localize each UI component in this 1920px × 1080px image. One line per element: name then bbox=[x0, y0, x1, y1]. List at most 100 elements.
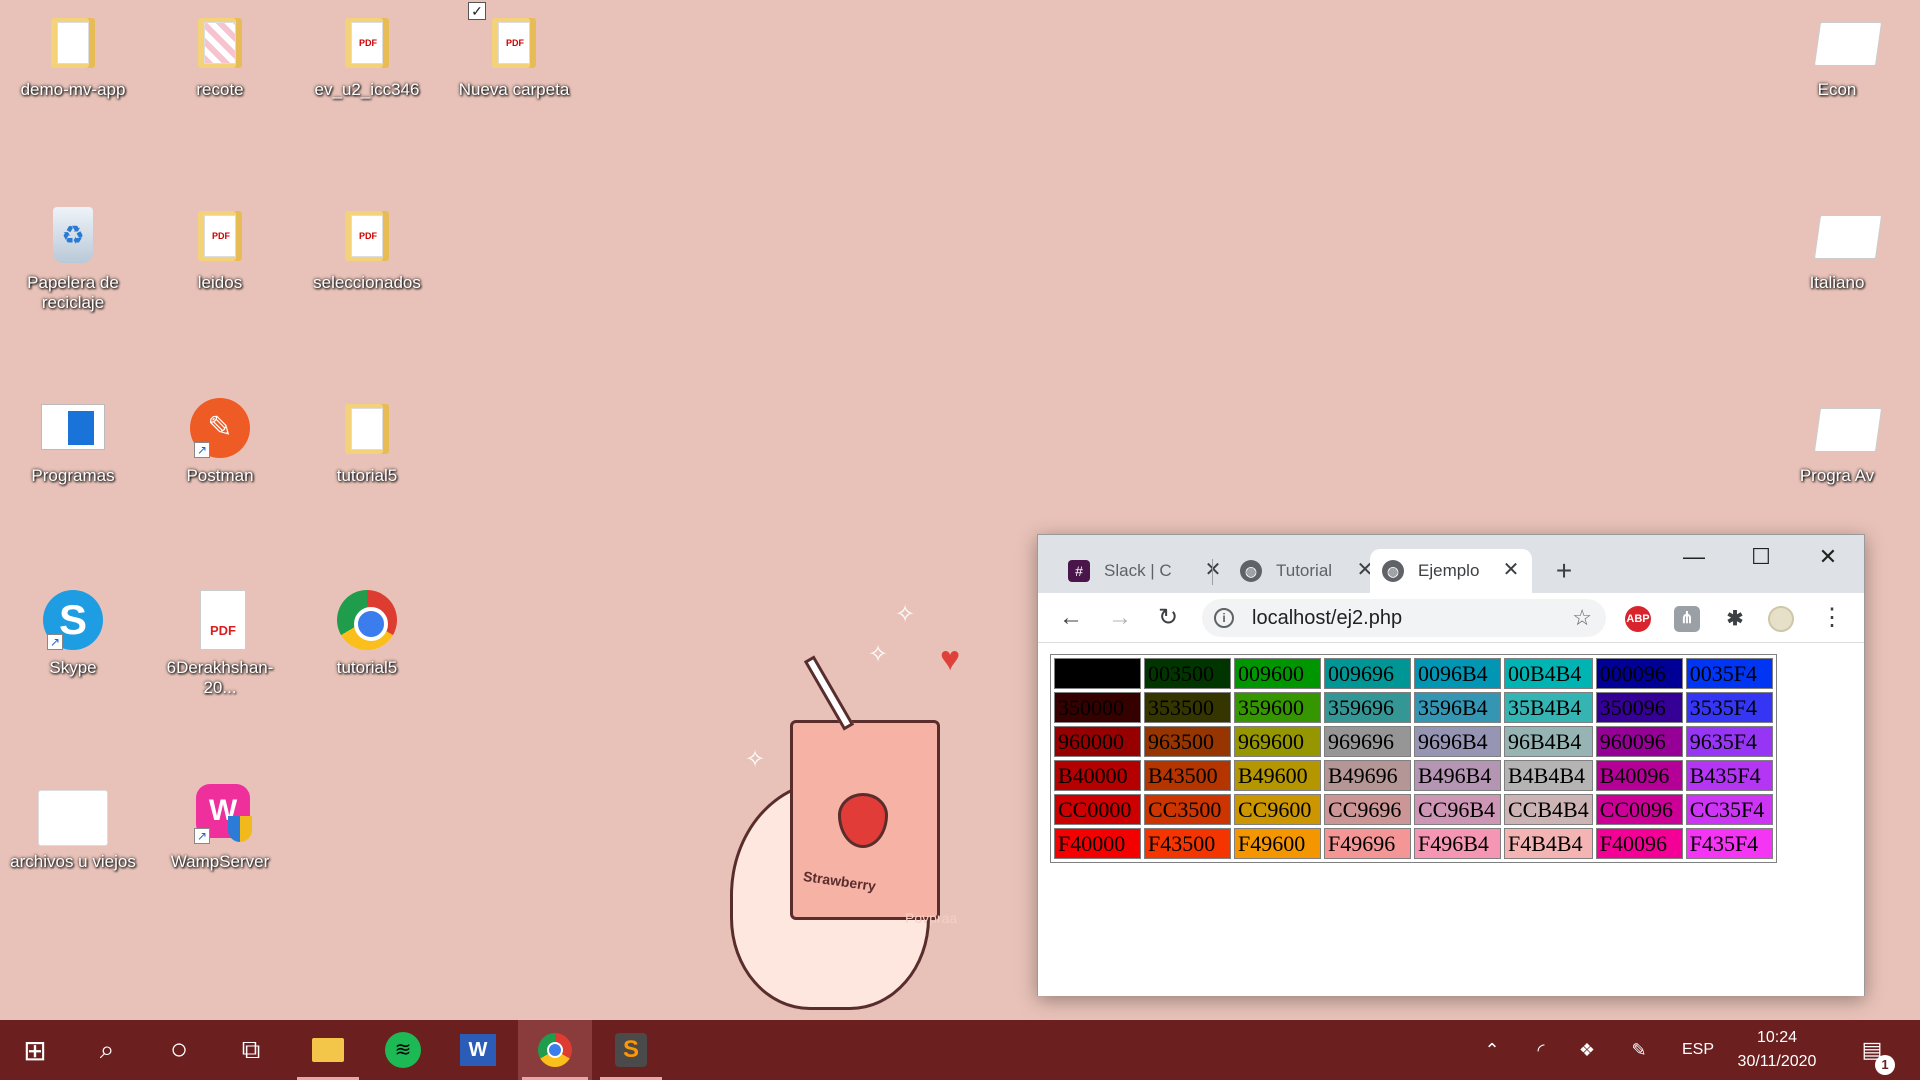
chrome-icon bbox=[337, 590, 397, 650]
color-cell: 969696 bbox=[1324, 726, 1411, 757]
color-cell: CC96B4 bbox=[1414, 794, 1501, 825]
color-table: 000000 003500 009600 009696 0096B4 00B4B4 0000… bbox=[1050, 654, 1777, 863]
carton-label: Strawberry bbox=[802, 867, 877, 895]
color-cell: F40096 bbox=[1595, 828, 1683, 859]
extension-icon[interactable]: ⋔ bbox=[1674, 606, 1700, 632]
address-bar[interactable]: i localhost/ej2.php ☆ bbox=[1202, 599, 1606, 637]
color-cell: F49696 bbox=[1324, 828, 1411, 859]
maximize-button[interactable]: ☐ bbox=[1731, 535, 1791, 579]
profile-avatar[interactable] bbox=[1768, 606, 1794, 632]
bookmark-star-icon[interactable]: ☆ bbox=[1572, 605, 1592, 631]
desktop-icon-progra-av[interactable]: Progra Av bbox=[1772, 398, 1902, 508]
color-row: 350000 353500 359600 359696 3596B4 35B4B4 3500… bbox=[1054, 692, 1773, 723]
new-tab-button[interactable]: + bbox=[1549, 557, 1579, 587]
url-text[interactable]: localhost/ej2.php bbox=[1252, 607, 1402, 630]
sublime-text-button[interactable]: S bbox=[596, 1020, 666, 1080]
desktop-icon-label: Nueva carpeta bbox=[458, 80, 570, 99]
word-button[interactable]: W bbox=[443, 1020, 513, 1080]
desktop-icon-nueva-carpeta[interactable]: ✓ Nueva carpeta bbox=[449, 2, 579, 122]
dropbox-button[interactable]: ❖ bbox=[1570, 1020, 1604, 1080]
file-explorer-button[interactable] bbox=[293, 1020, 363, 1080]
color-cell: F435F4 bbox=[1685, 828, 1773, 859]
desktop-icon-programas[interactable]: Programas bbox=[8, 398, 138, 508]
checkbox-icon[interactable]: ✓ bbox=[468, 2, 486, 20]
desktop-icon-recote[interactable]: recote bbox=[155, 12, 285, 122]
word-icon: W bbox=[460, 1034, 496, 1066]
folder-icon: ✓ bbox=[468, 2, 544, 72]
color-row: 960000 963500 969600 969696 9696B4 96B4B4 9600… bbox=[1054, 726, 1773, 757]
desktop-icon-tutorial5-chrome[interactable]: tutorial5 bbox=[302, 590, 432, 700]
search-icon: ⌕ bbox=[99, 1034, 115, 1064]
desktop-icon-econ[interactable]: Econ bbox=[1772, 12, 1902, 122]
desktop-icon-demo-mv-app[interactable]: demo-mv-app bbox=[8, 12, 138, 122]
chrome-button[interactable] bbox=[518, 1020, 592, 1080]
programs-icon bbox=[41, 398, 105, 458]
desktop-icon-label: leidos bbox=[197, 273, 243, 292]
color-cell: 0096B4 bbox=[1414, 658, 1501, 689]
color-cell: CC0000 bbox=[1054, 794, 1141, 825]
color-cell: 963500 bbox=[1144, 726, 1231, 757]
minimize-button[interactable]: — bbox=[1664, 535, 1724, 579]
cortana-button[interactable]: ○ bbox=[144, 1020, 214, 1080]
desktop-icon-leidos[interactable]: leidos bbox=[155, 205, 285, 315]
color-cell: 359696 bbox=[1324, 692, 1411, 723]
color-cell: 9696B4 bbox=[1414, 726, 1501, 757]
tab-label: Ejemplo bbox=[1418, 561, 1480, 580]
show-hidden-icons-button[interactable]: ⌃ bbox=[1475, 1020, 1509, 1080]
desktop-icon-postman[interactable]: ✎ ↗ Postman bbox=[155, 398, 285, 508]
color-cell: B49696 bbox=[1324, 760, 1411, 791]
chevron-up-icon: ⌃ bbox=[1484, 1039, 1500, 1060]
sublime-text-icon: S bbox=[615, 1033, 647, 1067]
folder-icon bbox=[337, 205, 397, 265]
desktop-icon-skype[interactable]: S ↗ Skype bbox=[8, 590, 138, 700]
folder-icon bbox=[337, 12, 397, 72]
desktop-icon-seleccionados[interactable]: seleccionados bbox=[302, 205, 432, 315]
start-button[interactable]: ⊞ bbox=[0, 1020, 70, 1080]
sparkle-icon: ✧ bbox=[745, 746, 766, 773]
desktop-icon-label: Programas bbox=[31, 466, 115, 485]
desktop-icon-pdf-document[interactable]: PDF 6Derakhshan-20... bbox=[155, 590, 285, 700]
tab-ejemplo[interactable]: ◍ Ejemplo ✕ bbox=[1370, 549, 1532, 593]
close-tab-icon[interactable]: ✕ bbox=[1200, 557, 1226, 583]
reload-button[interactable]: ↻ bbox=[1153, 603, 1183, 633]
color-cell: 0035F4 bbox=[1685, 658, 1773, 689]
skype-icon: S ↗ bbox=[43, 590, 103, 650]
task-view-icon: ⧉ bbox=[241, 1034, 261, 1064]
pen-button[interactable]: ✎ bbox=[1622, 1020, 1656, 1080]
close-window-button[interactable]: ✕ bbox=[1798, 535, 1858, 579]
network-button[interactable]: ◜ bbox=[1524, 1020, 1558, 1080]
desktop-icon-archivos-u-viejos[interactable]: archivos u viejos bbox=[8, 784, 138, 894]
color-row: CC0000 CC3500 CC9600 CC9696 CC96B4 CCB4B4 CC00… bbox=[1054, 794, 1773, 825]
desktop-icon-wampserver[interactable]: W ↗ WampServer bbox=[155, 784, 285, 894]
puzzle-icon[interactable]: ✱ bbox=[1722, 606, 1748, 632]
close-tab-icon[interactable]: ✕ bbox=[1498, 557, 1524, 583]
info-icon[interactable]: i bbox=[1214, 608, 1234, 628]
color-cell: 350000 bbox=[1054, 692, 1141, 723]
color-cell: 969600 bbox=[1234, 726, 1321, 757]
spotify-button[interactable]: ≋ bbox=[368, 1020, 438, 1080]
language-button[interactable]: ESP bbox=[1670, 1020, 1726, 1080]
color-cell: F43500 bbox=[1144, 828, 1231, 859]
desktop-icon-ev-u2-icc346[interactable]: ev_u2_icc346 bbox=[302, 12, 432, 122]
menu-icon[interactable]: ⋮ bbox=[1820, 603, 1844, 632]
shortcut-arrow-icon: ↗ bbox=[47, 634, 63, 650]
adblock-icon[interactable]: ABP bbox=[1625, 606, 1651, 632]
search-button[interactable]: ⌕ bbox=[72, 1020, 142, 1080]
tab-slack[interactable]: # Slack | C ✕ bbox=[1056, 549, 1234, 593]
desktop-icon-italiano[interactable]: Italiano bbox=[1772, 205, 1902, 315]
back-button[interactable]: ← bbox=[1056, 603, 1086, 633]
task-view-button[interactable]: ⧉ bbox=[216, 1020, 286, 1080]
desktop-icon-tutorial5-folder[interactable]: tutorial5 bbox=[302, 398, 432, 508]
forward-button[interactable]: → bbox=[1105, 603, 1135, 633]
desktop-icon-recycle-bin[interactable]: ♻ Papelera de reciclaje bbox=[8, 205, 138, 315]
folder-icon bbox=[43, 12, 103, 72]
windows-icon: ⊞ bbox=[23, 1034, 47, 1066]
clock[interactable]: 10:24 30/11/2020 bbox=[1722, 1026, 1832, 1074]
page-content: 000000 003500 009600 009696 0096B4 00B4B4 0000… bbox=[1038, 644, 1864, 996]
color-cell: B49600 bbox=[1234, 760, 1321, 791]
folder-icon bbox=[190, 12, 250, 72]
color-cell: F40000 bbox=[1054, 828, 1141, 859]
color-cell: F4B4B4 bbox=[1504, 828, 1593, 859]
color-cell: 96B4B4 bbox=[1504, 726, 1593, 757]
tab-tutorial[interactable]: ◍ Tutorial ✕ bbox=[1228, 549, 1386, 593]
